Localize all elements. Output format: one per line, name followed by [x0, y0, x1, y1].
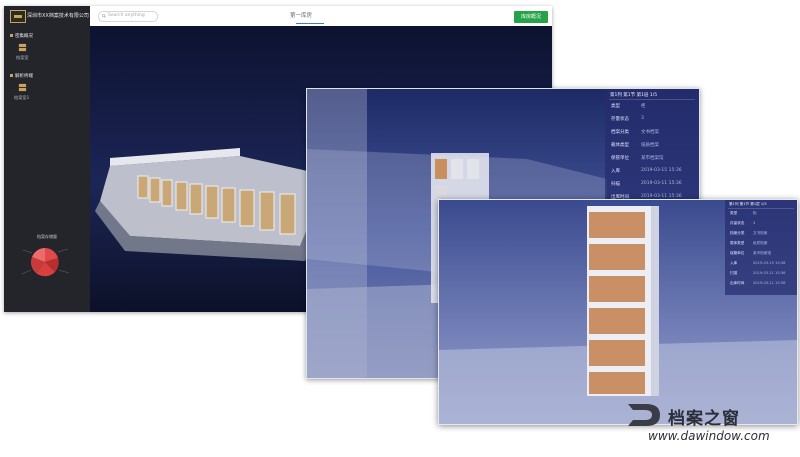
field-label: 档案分类 [730, 231, 745, 235]
view-title-tab[interactable]: 第一库房 [290, 11, 312, 19]
field-label: 载体类型 [611, 143, 629, 148]
watermark-brand: 档案之窗 [668, 409, 740, 429]
field-label: 存量状态 [730, 221, 745, 225]
watermark-url: www.dawindow.com [648, 429, 770, 443]
field-value: 2019-03-15 15:36 [641, 168, 682, 173]
archive-cabinet-icon[interactable] [18, 43, 27, 52]
field-label: 档案分类 [611, 130, 629, 135]
field-value: 2019-03-11 15:36 [753, 281, 786, 285]
watermark-logo-icon [628, 404, 660, 426]
field-label: 扫描 [611, 182, 620, 187]
field-value: 2019-03-11 15:36 [641, 181, 682, 186]
company-logo [10, 10, 26, 23]
sidebar-item-archive-room-1[interactable]: 档案室1 [14, 95, 29, 101]
top-bar: Search anything 第一库房 库房概况 [90, 6, 552, 26]
field-label: 出库时间 [730, 281, 745, 285]
field-label: 载体类型 [730, 241, 745, 245]
info-panel: 第1列 第1节 第1层 1/5 类型 柜 存量状态 3 档案分类 文书档案 载体… [605, 89, 699, 209]
company-name: 深圳市XX档案技术有限公司 [27, 13, 89, 19]
sidebar-group-terminal[interactable]: 解析终端 [10, 73, 33, 79]
field-value: 3 [641, 116, 644, 121]
field-value: 2019-03-15 15:36 [753, 261, 786, 265]
field-label: 扫描 [730, 271, 738, 275]
shelf-3d[interactable] [587, 206, 659, 396]
active-tab-indicator [296, 23, 324, 24]
archive-cabinet-icon[interactable] [18, 83, 27, 92]
field-label: 入库 [611, 169, 620, 174]
sidebar-item-archive-room[interactable]: 档案室 [16, 55, 29, 61]
field-label: 类型 [730, 211, 738, 215]
panel-header: 第1列 第1节 第1层 1/5 [610, 93, 658, 98]
info-panel: 第1列 第1节 第1层 1/5 类型 柜 存量状态 3 档案分类 文书档案 载体… [725, 200, 797, 295]
field-label: 保管单位 [730, 251, 745, 255]
field-value: 某市档案馆 [753, 251, 771, 255]
field-value: 柜 [641, 104, 646, 109]
field-label: 入库 [730, 261, 738, 265]
field-value: 2019-03-11 15:36 [753, 271, 786, 275]
field-label: 存量状态 [611, 117, 629, 122]
category-select[interactable]: 文书档案 [641, 129, 659, 135]
bullet-icon [10, 34, 13, 37]
category-select[interactable]: 文书档案 [753, 231, 767, 236]
storage-pie-chart[interactable] [18, 240, 76, 284]
warehouse-overview-button[interactable]: 库房概况 [514, 11, 548, 23]
panel-header: 第1列 第1节 第1层 1/5 [729, 202, 767, 206]
field-value: 某市档案馆 [641, 156, 664, 161]
sidebar: 深圳市XX档案技术有限公司 密集概况 档案室 解析终端 档案室1 档案存储量 [4, 6, 90, 312]
sidebar-group-overview[interactable]: 密集概况 [10, 33, 33, 39]
field-value: 3 [753, 221, 756, 225]
search-box[interactable]: Search anything [98, 11, 158, 22]
carrier-select[interactable]: 纸质档案 [753, 241, 767, 246]
bullet-icon [10, 74, 13, 77]
search-icon [102, 14, 106, 18]
field-label: 保管单位 [611, 156, 629, 161]
shelf-detail-window: 第1列 第1节 第1层 1/5 类型 柜 存量状态 3 档案分类 文书档案 载体… [438, 199, 798, 425]
field-value: 柜 [753, 211, 757, 215]
carrier-select[interactable]: 纸质档案 [641, 142, 659, 148]
search-input[interactable]: Search anything [108, 13, 145, 18]
field-label: 类型 [611, 104, 620, 109]
